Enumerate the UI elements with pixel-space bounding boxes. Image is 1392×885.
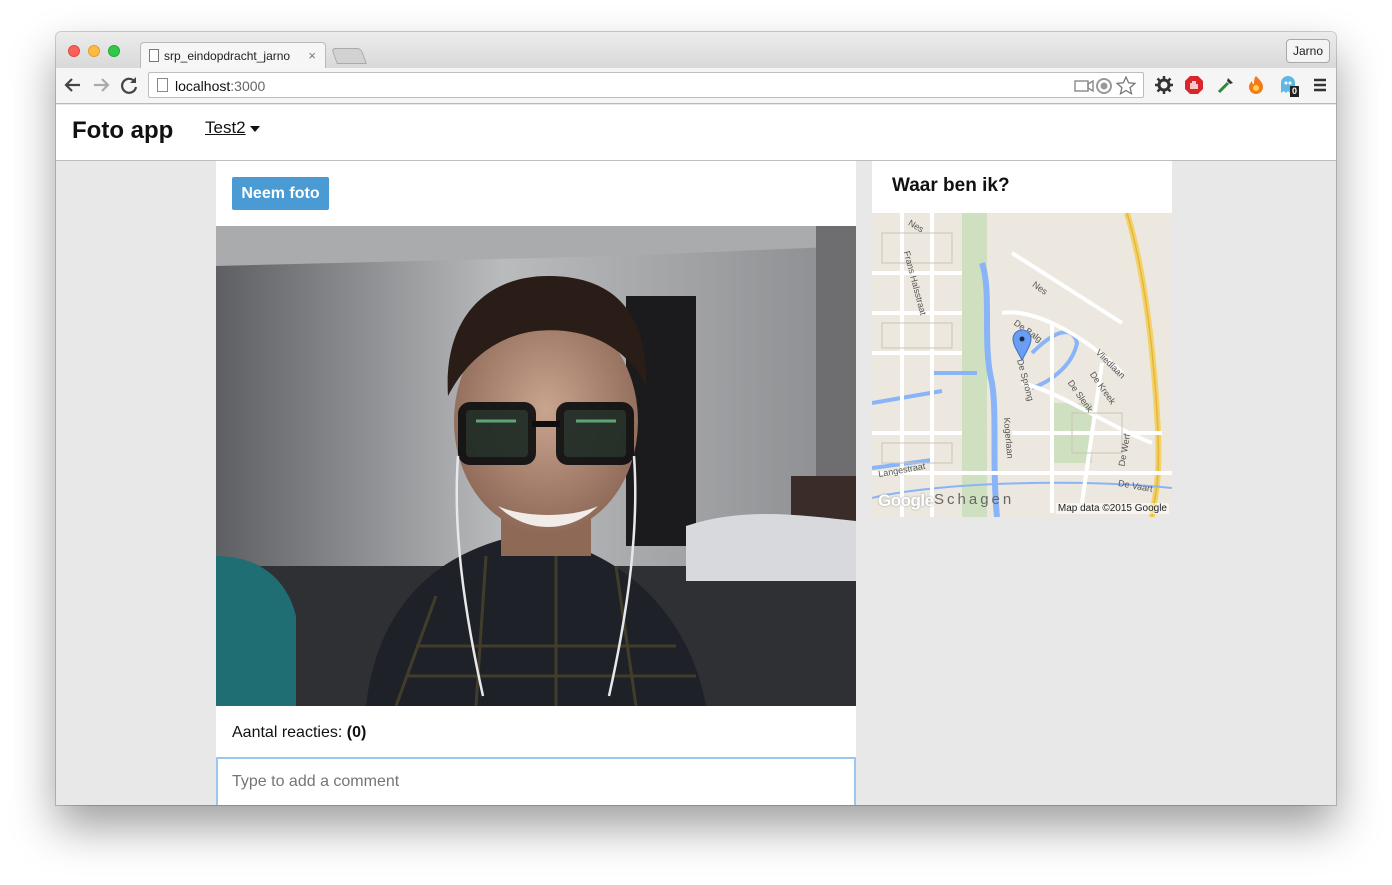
adblock-icon[interactable] xyxy=(1184,75,1204,95)
page-icon xyxy=(157,78,168,92)
browser-window: srp_eindopdracht_jarno × Jarno localhost… xyxy=(56,32,1336,805)
map-label-schagen: Schagen xyxy=(934,491,1015,508)
reactions-count: Aantal reacties: (0) xyxy=(232,724,366,742)
tab-title: srp_eindopdracht_jarno xyxy=(164,49,291,63)
location-card: Waar ben ik? Nes Nes Frans Halsstraat De… xyxy=(872,161,1172,517)
close-window-button[interactable] xyxy=(68,45,80,57)
zoom-window-button[interactable] xyxy=(108,45,120,57)
webcam-photo-image xyxy=(216,226,856,706)
tab-close-icon[interactable]: × xyxy=(308,48,316,63)
url-host: localhost xyxy=(175,78,231,94)
reactions-label: Aantal reacties: xyxy=(232,724,343,741)
app-navbar: Foto app Test2 xyxy=(56,105,1336,161)
gear-icon[interactable] xyxy=(1154,75,1174,95)
document-icon xyxy=(149,49,159,62)
browser-tab[interactable]: srp_eindopdracht_jarno × xyxy=(140,42,326,69)
omnibox-icons xyxy=(1073,75,1139,101)
page-viewport: Foto app Test2 Neem foto Aantal reacties… xyxy=(56,105,1336,805)
location-marker-icon[interactable] xyxy=(1012,329,1032,361)
comment-input[interactable] xyxy=(216,757,856,805)
fire-icon[interactable] xyxy=(1246,75,1266,95)
camera-location-star-icons[interactable] xyxy=(1073,75,1139,96)
url-port: :3000 xyxy=(230,78,266,94)
minimize-window-button[interactable] xyxy=(88,45,100,57)
caret-down-icon xyxy=(249,125,260,132)
menu-icon[interactable] xyxy=(1310,75,1330,95)
location-map[interactable]: Nes Nes Frans Halsstraat De Balg De Spro… xyxy=(872,213,1172,517)
map-attribution[interactable]: Map data ©2015 Google xyxy=(1055,503,1169,514)
back-icon[interactable] xyxy=(62,74,84,96)
webcam-photo xyxy=(216,226,856,706)
reload-icon[interactable] xyxy=(118,74,140,96)
profile-button[interactable]: Jarno xyxy=(1286,39,1330,63)
user-dropdown-label: Test2 xyxy=(205,118,246,137)
ghostery-badge: 0 xyxy=(1290,86,1300,97)
reactions-value: (0) xyxy=(346,724,367,741)
take-photo-button[interactable]: Neem foto xyxy=(232,177,329,210)
google-logo: Google xyxy=(878,491,934,510)
new-tab-button[interactable] xyxy=(331,48,367,64)
address-bar[interactable]: localhost:3000 xyxy=(148,72,1144,98)
app-brand[interactable]: Foto app xyxy=(72,117,173,145)
user-dropdown[interactable]: Test2 xyxy=(205,118,260,138)
eyedropper-icon[interactable] xyxy=(1216,75,1236,95)
location-title: Waar ben ik? xyxy=(892,175,1010,196)
title-bar: srp_eindopdracht_jarno × Jarno xyxy=(56,32,1336,69)
photo-card: Neem foto Aantal reacties: (0) Type to a… xyxy=(216,161,856,805)
forward-icon[interactable] xyxy=(90,74,112,96)
browser-toolbar: localhost:3000 0 xyxy=(56,68,1336,104)
url-text: localhost:3000 xyxy=(175,78,265,94)
